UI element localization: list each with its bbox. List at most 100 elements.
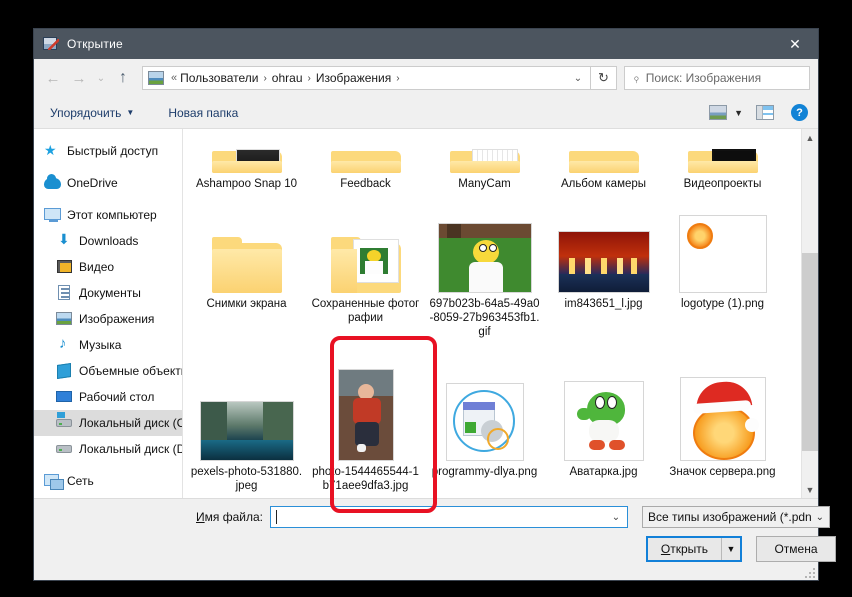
video-icon bbox=[56, 259, 73, 275]
sidebar-item-local-disk-c[interactable]: Локальный диск (C bbox=[34, 410, 182, 436]
list-item[interactable]: im843651_l.jpg bbox=[544, 191, 663, 359]
computer-icon bbox=[44, 207, 61, 223]
chevron-right-icon[interactable]: › bbox=[391, 73, 404, 84]
sidebar-item-label: Downloads bbox=[79, 234, 139, 248]
screen: Открытие ✕ ← → ⌄ ↑ « Пользователи › ohra… bbox=[0, 0, 852, 597]
sidebar-item-this-pc[interactable]: Этот компьютер bbox=[34, 202, 182, 228]
file-name: Видеопроекты bbox=[683, 178, 762, 190]
back-button[interactable]: ← bbox=[40, 65, 66, 91]
list-item[interactable]: 697b023b-64a5-49a0-8059-27b963453fb1.gif bbox=[425, 191, 544, 359]
list-item[interactable]: Feedback bbox=[306, 129, 425, 191]
list-item-highlighted[interactable]: photo-1544465544-1b71aee9dfa3.jpg bbox=[306, 359, 425, 498]
list-item[interactable]: Снимки экрана bbox=[187, 191, 306, 359]
image-thumbnail bbox=[199, 365, 295, 461]
sidebar-item-label: Этот компьютер bbox=[67, 208, 157, 222]
list-item[interactable]: Альбом камеры bbox=[544, 129, 663, 191]
refresh-icon[interactable]: ↻ bbox=[591, 66, 617, 90]
file-name: ManyCam bbox=[458, 178, 511, 190]
up-button[interactable]: ↑ bbox=[110, 65, 136, 91]
3d-objects-icon bbox=[56, 363, 73, 379]
list-item[interactable]: ManyCam bbox=[425, 129, 544, 191]
network-icon bbox=[44, 473, 64, 490]
search-icon: ⌕ bbox=[628, 70, 644, 85]
sidebar-item-3d-objects[interactable]: Объемные объекты bbox=[34, 358, 182, 384]
recent-locations-button[interactable]: ⌄ bbox=[92, 65, 110, 91]
text-caret bbox=[276, 510, 277, 524]
search-input[interactable]: ⌕ Поиск: Изображения bbox=[624, 66, 810, 90]
list-item[interactable]: Значок сервера.png bbox=[663, 359, 782, 498]
file-type-select[interactable]: Все типы изображений (*.pdn ⌄ bbox=[642, 506, 830, 528]
breadcrumb[interactable]: « Пользователи › ohrau › Изображения › ⌄ bbox=[142, 66, 591, 90]
chevron-down-icon: ▼ bbox=[126, 108, 135, 117]
list-item[interactable]: pexels-photo-531880.jpeg bbox=[187, 359, 306, 498]
disk-icon bbox=[56, 441, 73, 457]
sidebar-item-downloads[interactable]: Downloads bbox=[34, 228, 182, 254]
file-name: pexels-photo-531880.jpeg bbox=[190, 466, 303, 492]
desktop-icon bbox=[56, 389, 73, 405]
sidebar-item-onedrive[interactable]: OneDrive bbox=[34, 170, 182, 196]
folder-icon bbox=[199, 149, 295, 173]
vertical-scrollbar[interactable]: ▲ ▼ bbox=[801, 129, 818, 498]
scrollbar-thumb[interactable] bbox=[802, 253, 818, 451]
image-thumbnail bbox=[675, 197, 771, 293]
file-name-label: Имя файла: bbox=[196, 510, 263, 524]
list-item[interactable]: Ashampoo Snap 10 bbox=[187, 129, 306, 191]
download-icon bbox=[56, 231, 73, 249]
sidebar-item-label: Объемные объекты bbox=[79, 364, 182, 378]
image-thumbnail bbox=[556, 197, 652, 293]
sidebar-item-quick-access[interactable]: Быстрый доступ bbox=[34, 138, 182, 164]
preview-pane-icon[interactable] bbox=[756, 105, 774, 120]
resize-grip[interactable] bbox=[805, 568, 815, 578]
sidebar-item-desktop[interactable]: Рабочий стол bbox=[34, 384, 182, 410]
open-dropdown-caret-icon[interactable]: ▼ bbox=[722, 544, 740, 554]
search-placeholder: Поиск: Изображения bbox=[645, 71, 762, 85]
open-button[interactable]: Открыть ▼ bbox=[646, 536, 742, 562]
sidebar-item-label: Быстрый доступ bbox=[67, 144, 159, 158]
folder-icon bbox=[675, 149, 771, 173]
windows-disk-icon bbox=[56, 412, 73, 431]
sidebar-item-local-disk-d[interactable]: Локальный диск (D bbox=[34, 436, 182, 462]
chevron-down-icon[interactable]: ⌄ bbox=[566, 67, 590, 89]
view-layout-icon[interactable] bbox=[709, 105, 728, 120]
cancel-button[interactable]: Отмена bbox=[756, 536, 836, 562]
file-name: logotype (1).png bbox=[680, 298, 765, 310]
list-item[interactable]: Сохраненные фотографии bbox=[306, 191, 425, 359]
file-name: 697b023b-64a5-49a0-8059-27b963453fb1.gif bbox=[429, 298, 540, 338]
organize-label: Упорядочить bbox=[50, 105, 122, 120]
sidebar-item-pictures[interactable]: Изображения bbox=[34, 306, 182, 332]
list-item[interactable]: logotype (1).png bbox=[663, 191, 782, 359]
star-icon bbox=[44, 142, 61, 159]
scroll-up-button[interactable]: ▲ bbox=[802, 129, 818, 146]
file-name-input[interactable]: ⌄ bbox=[270, 506, 628, 528]
new-folder-button[interactable]: Новая папка bbox=[162, 103, 244, 123]
sidebar-item-label: Видео bbox=[79, 260, 115, 274]
file-name: Значок сервера.png bbox=[669, 466, 776, 478]
chevron-right-icon[interactable]: › bbox=[303, 73, 316, 84]
breadcrumb-item-users[interactable]: Пользователи bbox=[180, 71, 258, 85]
scroll-down-button[interactable]: ▼ bbox=[802, 481, 818, 498]
folder-icon bbox=[199, 197, 295, 293]
sidebar-item-network[interactable]: Сеть bbox=[34, 468, 182, 494]
organize-button[interactable]: Упорядочить ▼ bbox=[44, 103, 140, 123]
sidebar-item-videos[interactable]: Видео bbox=[34, 254, 182, 280]
list-item[interactable]: Видеопроекты bbox=[663, 129, 782, 191]
chevron-down-icon[interactable]: ▼ bbox=[734, 108, 743, 118]
list-item[interactable]: Аватарка.jpg bbox=[544, 359, 663, 498]
breadcrumb-item-pictures[interactable]: Изображения bbox=[316, 71, 391, 85]
list-item[interactable]: programmy-dlya.png bbox=[425, 359, 544, 498]
chevron-right-icon[interactable]: › bbox=[258, 73, 271, 84]
close-icon[interactable]: ✕ bbox=[772, 29, 818, 59]
chevron-down-icon[interactable]: ⌄ bbox=[607, 509, 625, 526]
scrollbar-track[interactable] bbox=[802, 146, 818, 481]
file-name: programmy-dlya.png bbox=[431, 466, 538, 478]
help-icon[interactable]: ? bbox=[791, 104, 808, 121]
breadcrumb-item-user[interactable]: ohrau bbox=[272, 71, 303, 85]
file-list-pane[interactable]: Ashampoo Snap 10 Feedback ManyCam Альбом… bbox=[182, 129, 818, 498]
sidebar-item-label: Музыка bbox=[79, 338, 122, 352]
file-name: Альбом камеры bbox=[560, 178, 647, 190]
folder-icon bbox=[318, 151, 414, 173]
sidebar-item-music[interactable]: Музыка bbox=[34, 332, 182, 358]
forward-button[interactable]: → bbox=[66, 65, 92, 91]
sidebar-item-documents[interactable]: Документы bbox=[34, 280, 182, 306]
sidebar-item-label: Сеть bbox=[67, 474, 94, 488]
